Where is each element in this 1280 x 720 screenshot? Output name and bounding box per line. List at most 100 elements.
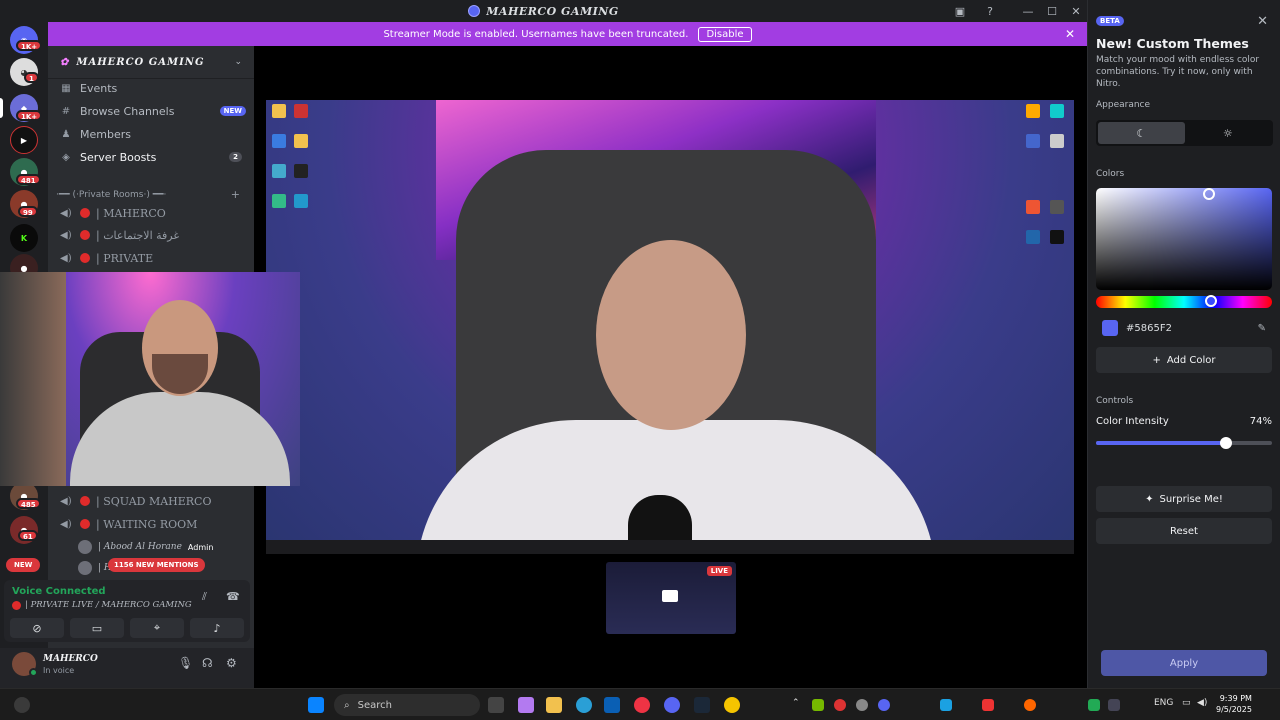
copilot-icon[interactable] — [518, 697, 534, 713]
voice-channel[interactable]: ◀) | WAITING ROOM — [60, 514, 246, 534]
network-icon[interactable]: ▭ — [1182, 698, 1191, 708]
chevron-up-icon[interactable]: ⌃ — [792, 698, 800, 708]
voice-channel[interactable]: ◀) | PRIVATE — [60, 248, 246, 268]
eyedropper-icon[interactable]: ✎ — [1258, 323, 1266, 334]
server-icon-play[interactable]: ▶ — [10, 126, 38, 154]
sidebar-item-members[interactable]: ♟ Members — [56, 123, 246, 145]
voice-member[interactable]: | Abood Al Horane Admin — [78, 538, 213, 556]
intensity-slider-handle[interactable] — [1220, 437, 1233, 449]
sidebar-item-server-boosts[interactable]: ◈ Server Boosts 2 — [56, 146, 246, 168]
tray-icon[interactable] — [812, 699, 824, 711]
store-icon[interactable] — [604, 697, 620, 713]
close-icon[interactable]: ✕ — [1257, 14, 1268, 29]
panel-description: Match your mood with endless color combi… — [1096, 55, 1260, 89]
maximize-button[interactable]: ☐ — [1040, 0, 1064, 22]
live-badge: LIVE — [706, 566, 732, 576]
category-private-rooms[interactable]: ·━━ (·Private Rooms·) ━━· + — [56, 188, 246, 201]
microphone-icon[interactable]: 🎙︎ — [178, 656, 193, 670]
tray-icon[interactable] — [878, 699, 890, 711]
app-icon[interactable] — [724, 697, 740, 713]
username[interactable]: MAHERCO — [43, 654, 98, 664]
badge: 481 — [16, 174, 41, 185]
steam-tray-icon[interactable] — [1108, 699, 1120, 711]
desktop-icon — [1050, 200, 1064, 214]
screen-share-button[interactable]: ▭ — [70, 618, 124, 638]
stream-video[interactable] — [266, 100, 1074, 554]
tray-icon[interactable] — [856, 699, 868, 711]
light-mode-button[interactable]: ☼ — [1185, 122, 1272, 144]
new-mentions-pill[interactable]: 1156 NEW MENTIONS — [108, 558, 205, 572]
time: 9:39 PM — [1219, 694, 1252, 703]
chevron-down-icon[interactable]: ⌄ — [234, 57, 242, 67]
close-icon[interactable]: ✕ — [1065, 27, 1075, 41]
close-window-button[interactable]: ✕ — [1064, 0, 1088, 22]
server-name: MAHERCO GAMING — [76, 56, 205, 68]
tray-icon[interactable] — [940, 699, 952, 711]
stream-preview-tile[interactable]: LIVE — [606, 562, 736, 634]
hex-input-row[interactable]: #5865F2 ✎ — [1096, 316, 1272, 340]
desktop-icon — [272, 134, 286, 148]
tray-icon[interactable] — [834, 699, 846, 711]
sidebar-item-events[interactable]: ▦ Events — [56, 77, 246, 99]
reset-button[interactable]: Reset — [1096, 518, 1272, 544]
badge: 61 — [18, 530, 38, 541]
moon-icon: ☾ — [1136, 126, 1147, 140]
color-picker-handle[interactable] — [1203, 188, 1215, 200]
add-color-button[interactable]: + Add Color — [1096, 347, 1272, 373]
server-badge-icon: ✿ — [60, 56, 70, 68]
hue-slider[interactable] — [1096, 296, 1272, 308]
voice-channel[interactable]: ◀) | MAHERCO — [60, 203, 246, 223]
server-icon-kick[interactable]: K — [10, 224, 38, 252]
volume-icon[interactable]: ◀) — [1197, 698, 1207, 708]
panel-title: New! Custom Themes — [1096, 36, 1249, 51]
voice-channel-name[interactable]: | PRIVATE LIVE / MAHERCO GAMING — [25, 600, 192, 610]
surprise-me-button[interactable]: ✦ Surprise Me! — [1096, 486, 1272, 512]
tray-icon[interactable] — [982, 699, 994, 711]
voice-member[interactable]: | H — [78, 559, 112, 577]
language-indicator[interactable]: ENG — [1154, 698, 1173, 708]
headphones-icon[interactable]: ☊ — [202, 656, 213, 670]
noise-suppression-icon[interactable]: ⫽ — [202, 590, 207, 604]
start-icon[interactable] — [308, 697, 324, 713]
activities-button[interactable]: ⌖ — [130, 618, 184, 638]
help-icon[interactable]: ? — [978, 0, 1002, 22]
intensity-slider[interactable] — [1096, 441, 1272, 445]
calendar-icon: ▦ — [61, 82, 71, 94]
dark-mode-button[interactable]: ☾ — [1098, 122, 1185, 144]
new-unreads-pill[interactable]: NEW — [6, 558, 41, 572]
gear-icon[interactable]: ⚙ — [226, 656, 237, 670]
color-picker-area[interactable] — [1096, 188, 1272, 290]
sidebar-item-browse-channels[interactable]: # Browse Channels NEW — [56, 100, 246, 122]
tray-icon[interactable] — [1088, 699, 1100, 711]
discord-icon[interactable] — [664, 697, 680, 713]
taskbar-search[interactable]: ⌕ Search — [334, 694, 480, 716]
file-explorer-icon[interactable] — [546, 697, 562, 713]
stream-taskbar — [266, 540, 1074, 554]
disconnect-icon[interactable]: ☎ — [226, 590, 240, 603]
desktop-icon — [1050, 104, 1064, 118]
browse-icon: # — [61, 105, 71, 117]
camera-off-button[interactable]: ⊘ — [10, 618, 64, 638]
voice-channel[interactable]: ◀) | غرفة الاجتماعات — [60, 225, 246, 245]
steam-icon[interactable] — [694, 697, 710, 713]
inbox-icon[interactable]: ▣ — [948, 0, 972, 22]
voice-channel[interactable]: ◀) | SQUAD MAHERCO — [60, 491, 246, 511]
voice-status[interactable]: Voice Connected — [12, 586, 106, 597]
task-view-icon[interactable] — [488, 697, 504, 713]
clock[interactable]: 9:39 PM 9/5/2025 — [1216, 693, 1252, 715]
sidebar-item-label: Members — [80, 127, 131, 141]
sidebar-item-label: Server Boosts — [80, 150, 157, 164]
hue-slider-handle[interactable] — [1205, 295, 1217, 307]
edge-icon[interactable] — [576, 697, 592, 713]
minimize-button[interactable]: — — [1016, 0, 1040, 22]
apply-button[interactable]: Apply — [1101, 650, 1267, 676]
add-channel-icon[interactable]: + — [231, 188, 240, 201]
server-header[interactable]: ✿ MAHERCO GAMING ⌄ — [48, 46, 254, 79]
chrome-icon[interactable] — [634, 697, 650, 713]
disable-button[interactable]: Disable — [698, 26, 752, 42]
tray-icon[interactable] — [1024, 699, 1036, 711]
soundboard-button[interactable]: ♪ — [190, 618, 244, 638]
hex-value[interactable]: #5865F2 — [1126, 323, 1172, 334]
widgets-icon[interactable] — [14, 697, 30, 713]
banner-text: Streamer Mode is enabled. Usernames have… — [383, 28, 689, 40]
